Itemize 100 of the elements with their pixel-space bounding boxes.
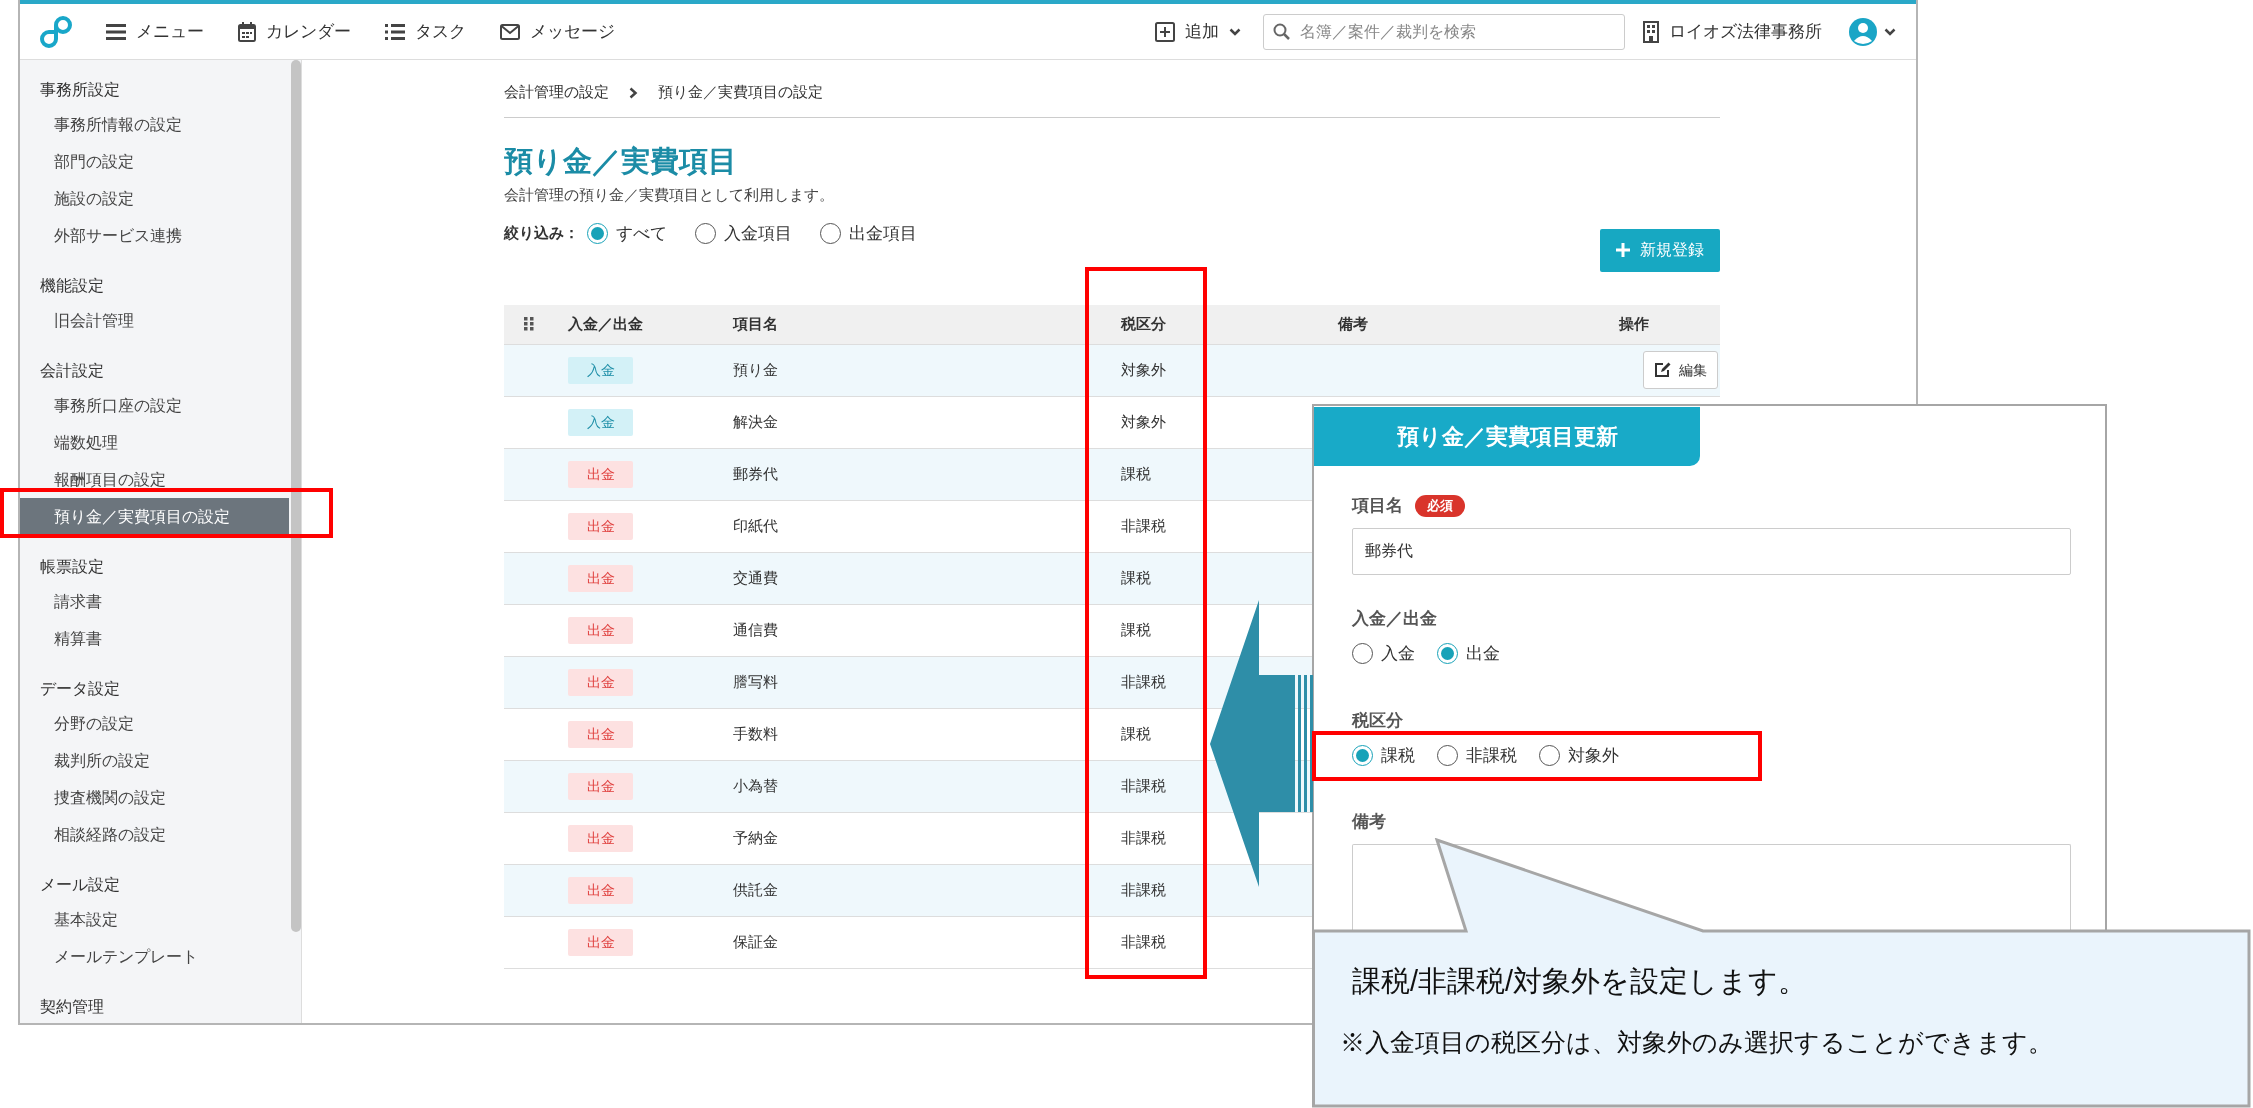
breadcrumb-current: 預り金／実費項目の設定 <box>658 82 823 103</box>
table-cell: 交通費 <box>733 568 778 586</box>
sidebar-item[interactable]: 外部サービス連携 <box>20 217 289 254</box>
radio-option[interactable]: 入金 <box>1352 641 1415 667</box>
sidebar-item[interactable]: 請求書 <box>20 583 289 620</box>
sidebar-section-title: メール設定 <box>39 875 121 895</box>
caret-icon <box>1884 27 1896 36</box>
type-badge: 入金 <box>568 408 633 436</box>
sidebar-item[interactable]: 事務所口座の設定 <box>20 387 289 424</box>
caret-icon <box>1229 27 1241 36</box>
office-name: ロイオズ法律事務所 <box>1669 20 1822 43</box>
type-badge: 出金 <box>568 824 633 852</box>
envelope-icon <box>500 23 520 40</box>
required-badge: 必須 <box>1415 495 1465 517</box>
table-cell: 保証金 <box>733 932 778 950</box>
filter-option[interactable]: 入金項目 <box>695 220 792 246</box>
sidebar-item[interactable]: 基本設定 <box>20 901 289 938</box>
scrollbar[interactable] <box>291 60 301 932</box>
page-subtitle: 会計管理の預り金／実費項目として利用します。 <box>504 185 835 205</box>
sidebar-item[interactable]: 分野の設定 <box>20 705 289 742</box>
filter-option[interactable]: 出金項目 <box>820 220 917 246</box>
table-cell: 非課税 <box>1121 776 1166 794</box>
sidebar-item[interactable]: 捜査機関の設定 <box>20 779 289 816</box>
user-avatar-icon <box>1848 16 1878 47</box>
sidebar-item[interactable]: 施設の設定 <box>20 180 289 217</box>
table-cell: 供託金 <box>733 880 778 898</box>
table-cell: 非課税 <box>1121 828 1166 846</box>
table-cell: 解決金 <box>733 412 778 430</box>
field-label: 入金／出金 <box>1352 608 1437 631</box>
column-header: 項目名 <box>733 314 778 332</box>
page-title: 預り金／実費項目 <box>504 144 738 179</box>
sidebar-section-title: 帳票設定 <box>39 557 105 577</box>
table-cell: 非課税 <box>1121 932 1166 950</box>
dialog-title: 預り金／実費項目更新 <box>1314 407 1700 466</box>
table-cell: 課税 <box>1121 464 1151 482</box>
table-cell: 手数料 <box>733 724 778 742</box>
edit-button[interactable]: 編集 <box>1643 351 1718 389</box>
filter-option[interactable]: すべて <box>587 220 667 246</box>
type-badge: 出金 <box>568 616 633 644</box>
drag-handle-icon <box>524 317 534 331</box>
type-badge: 出金 <box>568 460 633 488</box>
sidebar-item[interactable]: 旧会計管理 <box>20 302 289 339</box>
sidebar-item[interactable]: 部門の設定 <box>20 143 289 180</box>
type-badge: 出金 <box>568 512 633 540</box>
plus-icon <box>1155 21 1175 42</box>
sidebar-section-title: 契約管理 <box>39 997 105 1017</box>
radio-option[interactable]: 課税 <box>1352 742 1415 768</box>
sidebar-item[interactable]: 預り金／実費項目の設定 <box>20 498 289 535</box>
table-cell: 謄写料 <box>733 672 778 690</box>
sidebar-item[interactable]: 報酬項目の設定 <box>20 461 289 498</box>
search-field[interactable]: 名簿／案件／裁判を検索 <box>1263 13 1625 50</box>
field-label: 項目名 <box>1352 495 1403 518</box>
list-icon <box>385 22 405 41</box>
text-input-field[interactable]: 郵券代 <box>1352 528 2071 575</box>
sidebar-item[interactable]: 端数処理 <box>20 424 289 461</box>
nav-menu-item[interactable]: タスク <box>385 18 466 45</box>
nav-menu-item[interactable]: カレンダー <box>238 18 351 45</box>
edit-icon <box>1654 362 1671 378</box>
radio-option[interactable]: 対象外 <box>1539 742 1619 768</box>
search-icon <box>1273 22 1290 40</box>
type-badge: 出金 <box>568 772 633 800</box>
type-badge: 出金 <box>568 876 633 904</box>
table-cell: 通信費 <box>733 620 778 638</box>
sidebar-section-title: 機能設定 <box>39 276 105 296</box>
table-cell: 非課税 <box>1121 880 1166 898</box>
table-cell: 非課税 <box>1121 516 1166 534</box>
sidebar-item[interactable]: 精算書 <box>20 620 289 657</box>
table-cell: 対象外 <box>1121 360 1166 378</box>
radio-option[interactable]: 非課税 <box>1437 742 1517 768</box>
type-badge: 出金 <box>568 564 633 592</box>
building-icon <box>1643 20 1659 43</box>
sidebar-item[interactable]: 事務所情報の設定 <box>20 106 289 143</box>
column-header: 入金／出金 <box>568 314 643 332</box>
type-badge: 出金 <box>568 720 633 748</box>
sidebar-section-title: 会計設定 <box>39 361 105 381</box>
sidebar-item[interactable]: 裁判所の設定 <box>20 742 289 779</box>
table-cell: 小為替 <box>733 776 778 794</box>
table-cell: 課税 <box>1121 620 1151 638</box>
add-button[interactable]: 追加 <box>1155 18 1241 45</box>
plus-icon <box>1616 243 1630 257</box>
column-header: 操作 <box>1619 314 1649 332</box>
breadcrumb-link[interactable]: 会計管理の設定 <box>504 81 609 104</box>
filter-label: 絞り込み： <box>504 223 579 243</box>
sidebar-item[interactable]: 相談経路の設定 <box>20 816 289 853</box>
radio-option[interactable]: 出金 <box>1437 641 1500 667</box>
table-cell: 課税 <box>1121 568 1151 586</box>
table-cell: 預り金 <box>733 360 778 378</box>
type-badge: 出金 <box>568 928 633 956</box>
table-cell: 予納金 <box>733 828 778 846</box>
nav-menu-item[interactable]: メニュー <box>106 18 204 45</box>
nav-menu-item[interactable]: メッセージ <box>500 18 615 45</box>
table-cell: 郵券代 <box>733 464 778 482</box>
sidebar-item[interactable]: メールテンプレート <box>20 938 289 975</box>
menu-icon <box>106 22 126 41</box>
field-label: 税区分 <box>1352 709 1403 732</box>
callout-note: ※入金項目の税区分は、対象外のみ選択することができます。 <box>1340 1027 2053 1058</box>
account-menu-button[interactable] <box>1848 16 1896 47</box>
table-cell: 非課税 <box>1121 672 1166 690</box>
chevron-right-icon <box>629 86 638 99</box>
column-header: 備考 <box>1338 314 1368 332</box>
